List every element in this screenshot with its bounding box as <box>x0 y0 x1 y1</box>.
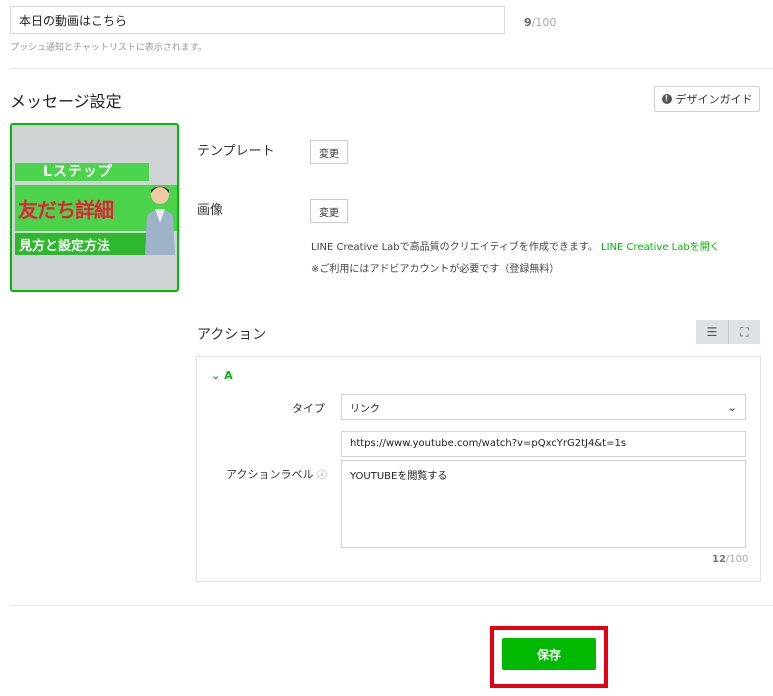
person-illustration <box>145 186 175 255</box>
view-toggle: ☰ ⛶ <box>696 320 761 344</box>
expand-view-icon[interactable]: ⛶ <box>728 320 760 344</box>
divider <box>10 68 773 69</box>
info-icon: ! <box>661 94 672 104</box>
template-change-button[interactable]: 変更 <box>310 140 348 164</box>
type-select[interactable]: リンク ⌄ <box>341 394 746 420</box>
url-input[interactable]: https://www.youtube.com/watch?v=pQxcYrG2… <box>341 431 746 457</box>
action-label-label: アクションラベル ⓘ <box>226 468 327 481</box>
template-label: テンプレート <box>197 144 275 159</box>
thumbnail-line1: Lステップ <box>43 164 113 180</box>
action-label-counter: 12/100 <box>712 554 749 565</box>
creative-lab-note: LINE Creative Labで高品質のクリエイティブを作成できます。 LI… <box>311 242 720 253</box>
thumbnail-line2: 友だち詳細 <box>18 198 114 222</box>
save-button[interactable]: 保存 <box>502 638 596 670</box>
action-label-textarea[interactable]: YOUTUBEを閲覧する <box>341 460 746 548</box>
title-char-counter: 9/100 <box>524 16 557 29</box>
message-title-input[interactable]: 本日の動画はこちら <box>10 6 505 34</box>
title-hint: プッシュ通知とチャットリストに表示されます。 <box>10 43 208 53</box>
chevron-down-icon: ⌄ <box>727 400 737 414</box>
help-icon[interactable]: ⓘ <box>317 470 327 481</box>
chevron-down-icon: ⌄ <box>211 369 221 382</box>
action-item-header[interactable]: ⌄ A <box>211 369 233 382</box>
type-label: タイプ <box>292 402 325 415</box>
divider <box>10 605 773 606</box>
image-label: 画像 <box>197 203 224 218</box>
thumbnail-line3: 見方と設定方法 <box>19 239 111 254</box>
message-settings-title: メッセージ設定 <box>10 92 122 111</box>
adobe-account-note: ※ご利用にはアドビアカウントが必要です（登録無料） <box>311 264 560 275</box>
message-thumbnail[interactable]: Lステップ 友だち詳細 見方と設定方法 <box>10 123 179 292</box>
image-change-button[interactable]: 変更 <box>310 199 348 223</box>
design-guide-button[interactable]: ! デザインガイド <box>654 86 760 112</box>
list-view-icon[interactable]: ☰ <box>696 320 728 344</box>
creative-lab-link[interactable]: LINE Creative Labを開く <box>601 242 720 253</box>
action-section-title: アクション <box>197 327 267 343</box>
